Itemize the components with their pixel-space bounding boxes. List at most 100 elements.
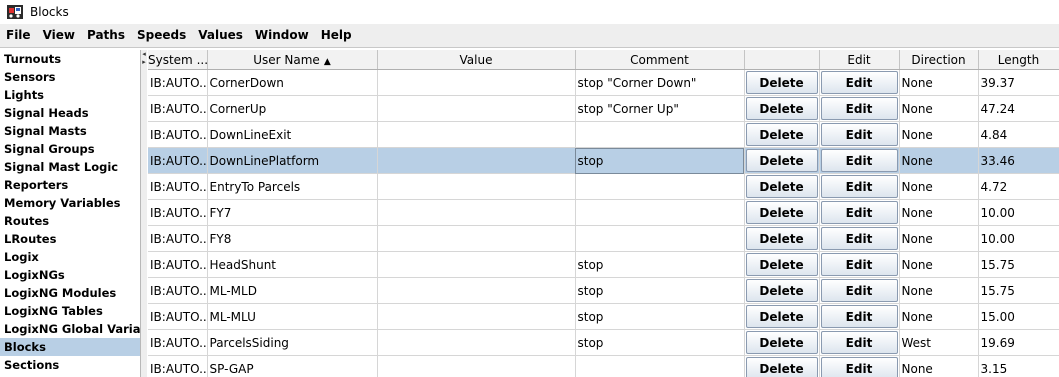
cell-comment[interactable] bbox=[575, 199, 745, 226]
cell-value[interactable] bbox=[377, 69, 576, 96]
sidebar-item-logix[interactable]: Logix bbox=[0, 248, 140, 266]
cell-system-name[interactable]: IB:AUTO... bbox=[148, 95, 208, 122]
cell-comment[interactable]: stop bbox=[575, 251, 745, 278]
cell-comment[interactable] bbox=[575, 355, 745, 377]
edit-button[interactable]: Edit bbox=[820, 97, 898, 120]
table-row[interactable]: IB:AUTO... ParcelsSiding stop Delete Edit Wes… bbox=[148, 329, 1059, 356]
cell-length[interactable]: 10.00 bbox=[978, 199, 1059, 226]
table-row[interactable]: IB:AUTO... ML-MLU stop Delete Edit None 15.00 bbox=[148, 303, 1059, 330]
delete-button[interactable]: Delete bbox=[745, 305, 818, 328]
cell-value[interactable] bbox=[377, 251, 576, 278]
sidebar-item-turnouts[interactable]: Turnouts bbox=[0, 50, 140, 68]
delete-button[interactable]: Delete bbox=[745, 279, 818, 302]
cell-system-name[interactable]: IB:AUTO... bbox=[148, 251, 208, 278]
cell-system-name[interactable]: IB:AUTO... bbox=[148, 303, 208, 330]
cell-direction[interactable]: None bbox=[899, 303, 979, 330]
cell-user-name[interactable]: ParcelsSiding bbox=[207, 329, 378, 356]
sidebar-item-logixng-global-variables[interactable]: LogixNG Global Variables bbox=[0, 320, 140, 338]
table-row[interactable]: IB:AUTO... FY7 Delete Edit None 10.00 bbox=[148, 199, 1059, 226]
cell-length[interactable]: 4.84 bbox=[978, 121, 1059, 148]
menu-values[interactable]: Values bbox=[192, 24, 249, 47]
menu-paths[interactable]: Paths bbox=[81, 24, 131, 47]
cell-comment[interactable]: stop bbox=[575, 277, 745, 304]
cell-value[interactable] bbox=[377, 95, 576, 122]
column-header-length[interactable]: Length bbox=[978, 50, 1059, 70]
table-row[interactable]: IB:AUTO... FY8 Delete Edit None 10.00 bbox=[148, 225, 1059, 252]
edit-button[interactable]: Edit bbox=[820, 331, 898, 354]
cell-comment[interactable]: stop "Corner Down" bbox=[575, 69, 745, 96]
sidebar-item-blocks[interactable]: Blocks bbox=[0, 338, 140, 356]
cell-comment[interactable]: stop bbox=[575, 147, 745, 174]
table-row[interactable]: IB:AUTO... CornerUp stop "Corner Up" Delete… bbox=[148, 95, 1059, 122]
cell-length[interactable]: 33.46 bbox=[978, 147, 1059, 174]
cell-system-name[interactable]: IB:AUTO... bbox=[148, 277, 208, 304]
menu-window[interactable]: Window bbox=[249, 24, 315, 47]
edit-button[interactable]: Edit bbox=[820, 123, 898, 146]
table-row[interactable]: IB:AUTO... DownLineExit Delete Edit None 4.84 bbox=[148, 121, 1059, 148]
cell-comment[interactable] bbox=[575, 173, 745, 200]
cell-value[interactable] bbox=[377, 199, 576, 226]
edit-button[interactable]: Edit bbox=[820, 227, 898, 250]
cell-system-name[interactable]: IB:AUTO... bbox=[148, 69, 208, 96]
column-header-edit[interactable]: Edit bbox=[819, 50, 900, 70]
column-header-value[interactable]: Value bbox=[377, 50, 576, 70]
cell-system-name[interactable]: IB:AUTO... bbox=[148, 199, 208, 226]
cell-user-name[interactable]: FY7 bbox=[207, 199, 378, 226]
column-header-delete[interactable] bbox=[744, 50, 820, 70]
cell-system-name[interactable]: IB:AUTO... bbox=[148, 355, 208, 377]
cell-direction[interactable]: None bbox=[899, 147, 979, 174]
cell-value[interactable] bbox=[377, 121, 576, 148]
cell-user-name[interactable]: SP-GAP bbox=[207, 355, 378, 377]
edit-button[interactable]: Edit bbox=[820, 149, 898, 172]
cell-direction[interactable]: None bbox=[899, 251, 979, 278]
cell-direction[interactable]: None bbox=[899, 199, 979, 226]
edit-button[interactable]: Edit bbox=[820, 357, 898, 377]
cell-value[interactable] bbox=[377, 173, 576, 200]
sidebar-item-logixng-modules[interactable]: LogixNG Modules bbox=[0, 284, 140, 302]
menu-file[interactable]: File bbox=[0, 24, 37, 47]
delete-button[interactable]: Delete bbox=[745, 357, 818, 377]
sidebar-item-reporters[interactable]: Reporters bbox=[0, 176, 140, 194]
cell-value[interactable] bbox=[377, 303, 576, 330]
cell-comment[interactable]: stop bbox=[575, 303, 745, 330]
cell-length[interactable]: 4.72 bbox=[978, 173, 1059, 200]
column-header-user-name[interactable]: User Name ▲ bbox=[207, 50, 378, 70]
edit-button[interactable]: Edit bbox=[820, 279, 898, 302]
delete-button[interactable]: Delete bbox=[745, 149, 818, 172]
cell-user-name[interactable]: CornerUp bbox=[207, 95, 378, 122]
cell-value[interactable] bbox=[377, 225, 576, 252]
sidebar-item-signal-mast-logic[interactable]: Signal Mast Logic bbox=[0, 158, 140, 176]
sidebar-item-routes[interactable]: Routes bbox=[0, 212, 140, 230]
table-row[interactable]: IB:AUTO... DownLinePlatform stop Delete Edit… bbox=[148, 147, 1059, 174]
table-row[interactable]: IB:AUTO... EntryTo Parcels Delete Edit None 4… bbox=[148, 173, 1059, 200]
delete-button[interactable]: Delete bbox=[745, 201, 818, 224]
cell-comment[interactable]: stop bbox=[575, 329, 745, 356]
sidebar-item-signal-groups[interactable]: Signal Groups bbox=[0, 140, 140, 158]
cell-direction[interactable]: None bbox=[899, 95, 979, 122]
cell-user-name[interactable]: DownLineExit bbox=[207, 121, 378, 148]
delete-button[interactable]: Delete bbox=[745, 123, 818, 146]
cell-value[interactable] bbox=[377, 277, 576, 304]
cell-comment[interactable] bbox=[575, 121, 745, 148]
cell-user-name[interactable]: CornerDown bbox=[207, 69, 378, 96]
cell-direction[interactable]: None bbox=[899, 277, 979, 304]
delete-button[interactable]: Delete bbox=[745, 253, 818, 276]
cell-user-name[interactable]: ML-MLD bbox=[207, 277, 378, 304]
column-header-system-name[interactable]: System ... bbox=[148, 50, 208, 70]
cell-user-name[interactable]: FY8 bbox=[207, 225, 378, 252]
cell-length[interactable]: 3.15 bbox=[978, 355, 1059, 377]
cell-comment[interactable] bbox=[575, 225, 745, 252]
cell-value[interactable] bbox=[377, 147, 576, 174]
cell-length[interactable]: 19.69 bbox=[978, 329, 1059, 356]
sidebar-item-lroutes[interactable]: LRoutes bbox=[0, 230, 140, 248]
edit-button[interactable]: Edit bbox=[820, 201, 898, 224]
sidebar-item-logixngs[interactable]: LogixNGs bbox=[0, 266, 140, 284]
split-pane-arrows-icon[interactable]: ◂ ▸ bbox=[141, 50, 147, 66]
delete-button[interactable]: Delete bbox=[745, 331, 818, 354]
cell-system-name[interactable]: IB:AUTO... bbox=[148, 121, 208, 148]
split-pane-divider[interactable] bbox=[141, 50, 147, 377]
edit-button[interactable]: Edit bbox=[820, 175, 898, 198]
cell-length[interactable]: 15.75 bbox=[978, 277, 1059, 304]
cell-length[interactable]: 39.37 bbox=[978, 69, 1059, 96]
menu-help[interactable]: Help bbox=[315, 24, 358, 47]
